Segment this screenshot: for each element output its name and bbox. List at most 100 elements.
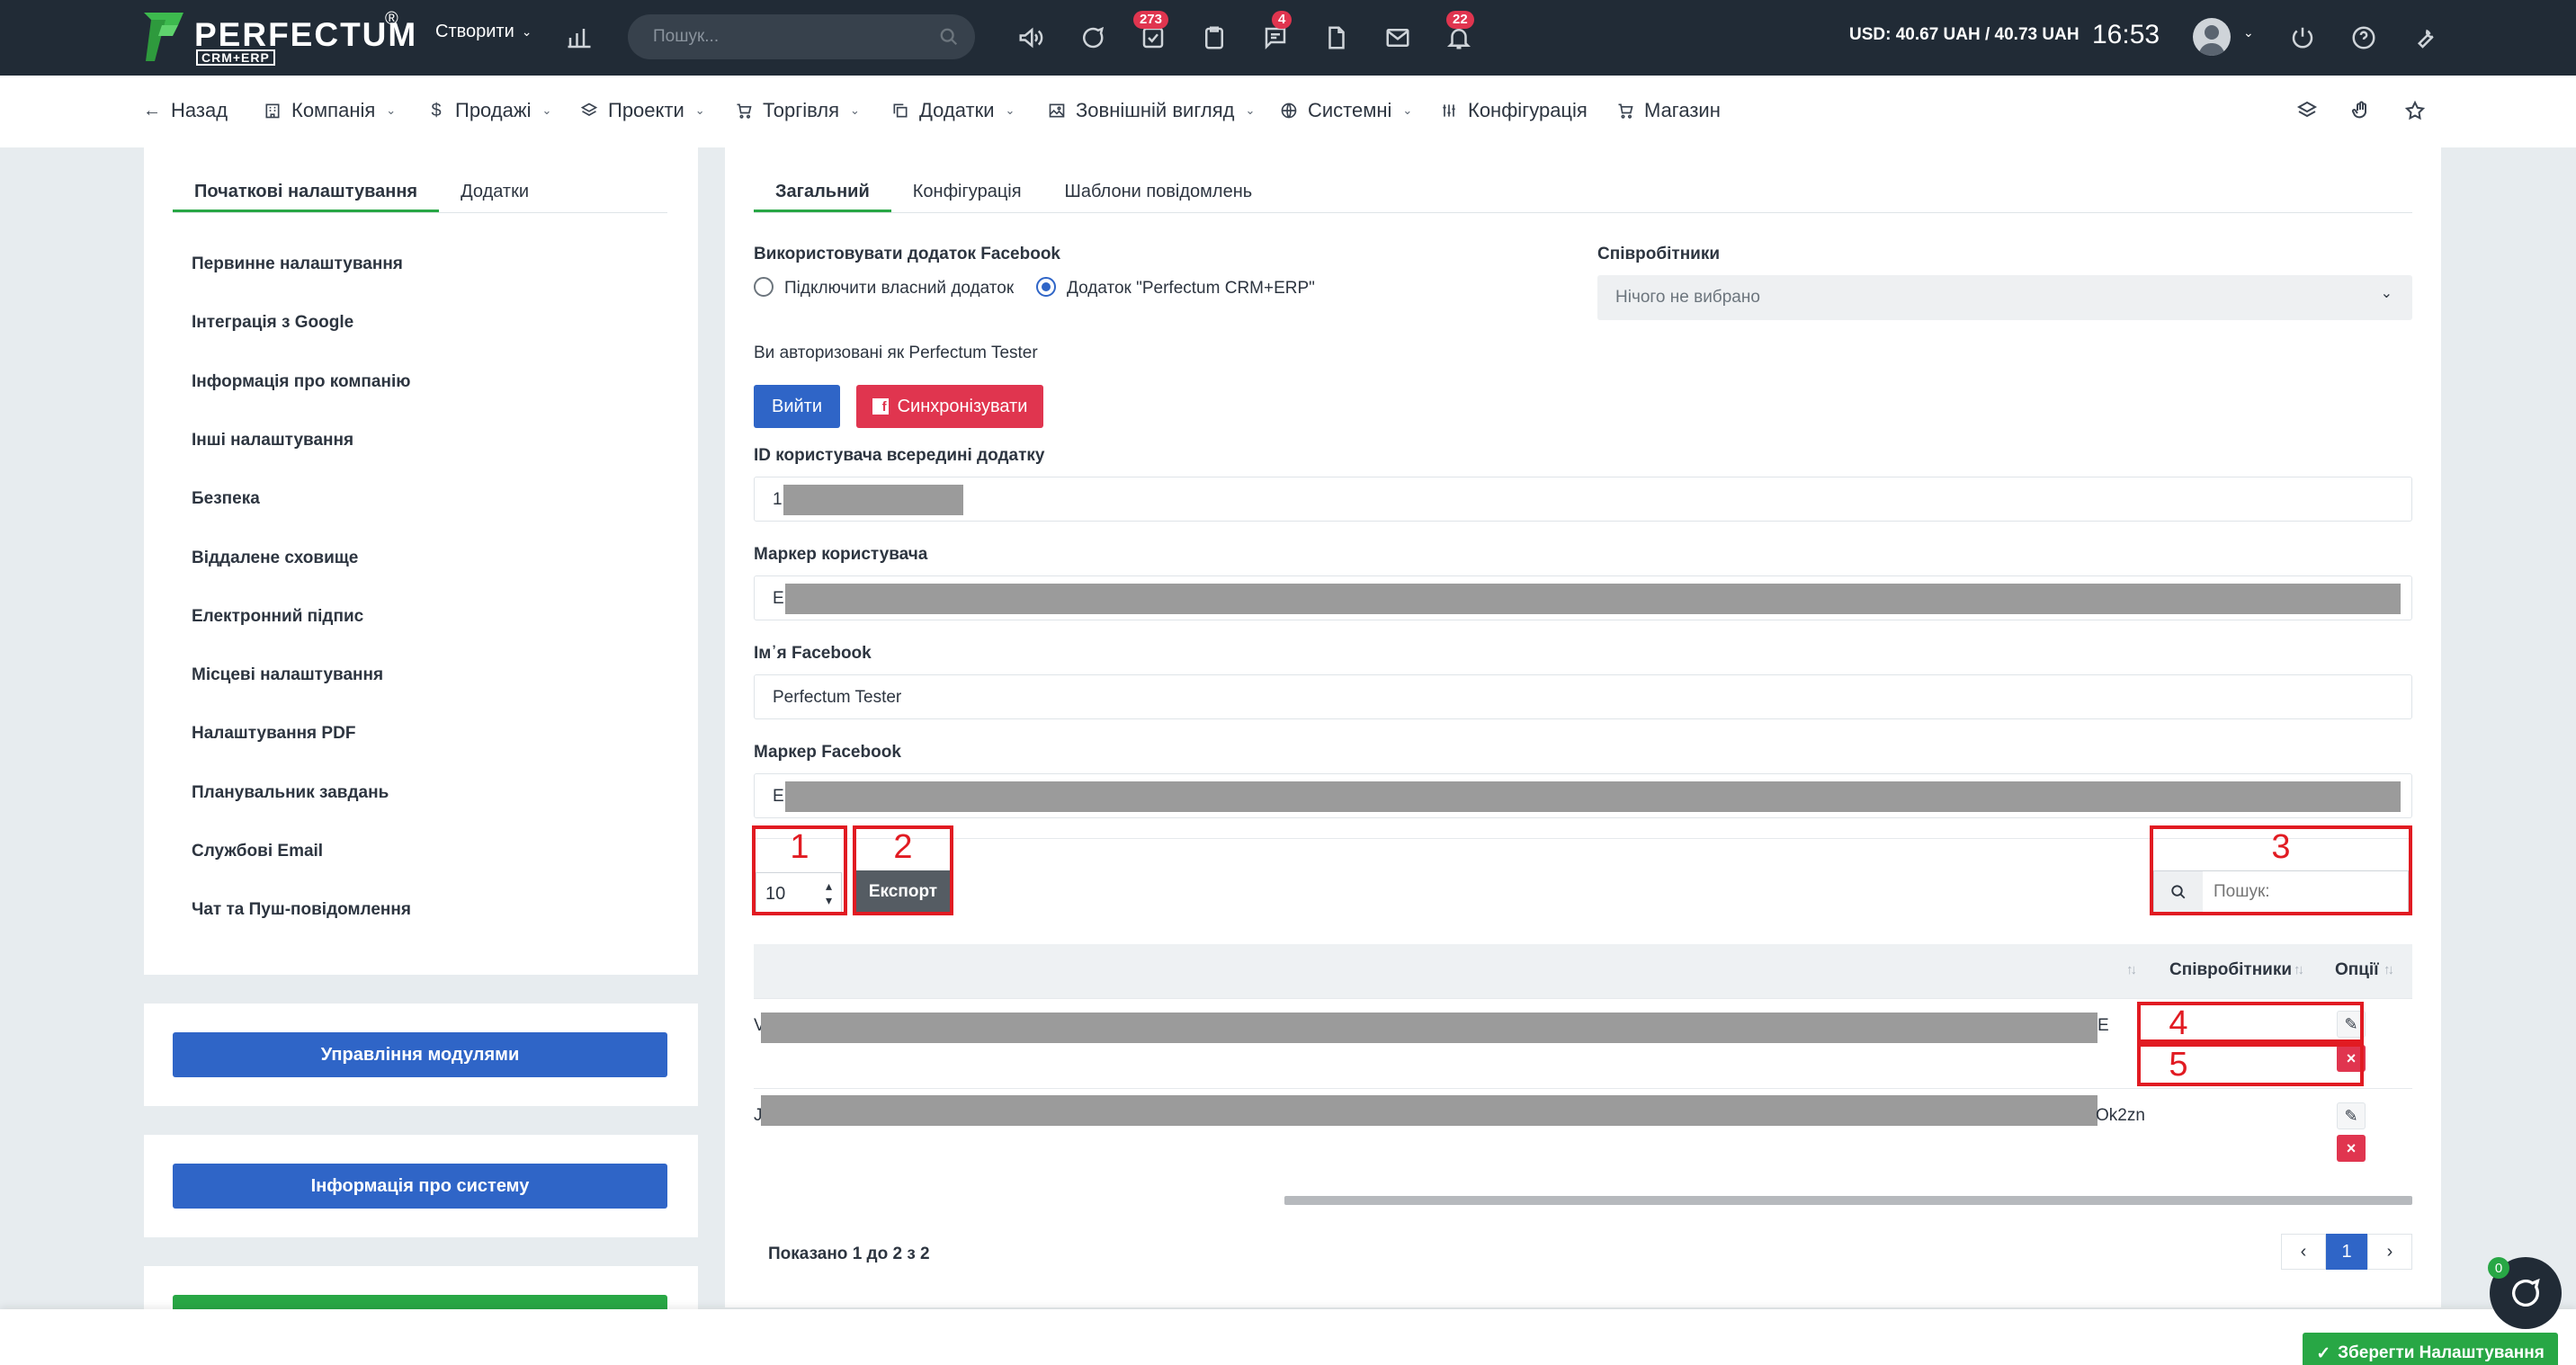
nav-trade[interactable]: Торгівля ⌄ xyxy=(734,99,860,122)
logo[interactable]: PERFECTUM ® CRM+ERP xyxy=(142,9,416,67)
facebook-icon: f xyxy=(872,398,889,415)
save-settings-button[interactable]: ✓ Зберегти Налаштування xyxy=(2303,1333,2558,1365)
footer-bar xyxy=(0,1309,2576,1365)
search-icon xyxy=(940,28,958,46)
fb-token-field[interactable]: E xyxy=(754,773,2412,818)
create-dropdown[interactable]: Створити ⌄ xyxy=(435,22,532,42)
nav-shop[interactable]: Магазин xyxy=(1615,99,1721,122)
nav-back[interactable]: ← Назад xyxy=(142,99,228,122)
page-1-button[interactable]: 1 xyxy=(2326,1234,2367,1270)
sidebar-item-chat-push[interactable]: Чат та Пуш-повідомлення xyxy=(192,900,411,920)
fb-name-label: Ім᾿я Facebook xyxy=(754,644,872,663)
sync-button-label: Синхронізувати xyxy=(897,396,1028,416)
layers-icon[interactable] xyxy=(2294,97,2321,124)
tab-addons[interactable]: Додатки xyxy=(439,171,550,212)
tab-initial-settings[interactable]: Початкові налаштування xyxy=(173,171,440,212)
col-employees[interactable]: Співробітники xyxy=(2169,960,2292,980)
cart-icon xyxy=(734,101,754,120)
annotation-label-4: 4 xyxy=(2169,1004,2188,1042)
sidebar-item-primary-setup[interactable]: Первинне налаштування xyxy=(192,254,403,274)
sidebar-item-remote-storage[interactable]: Віддалене сховище xyxy=(192,549,358,568)
clock: 16:53 xyxy=(2092,20,2160,49)
building-icon xyxy=(263,101,282,120)
radio-own-app-label[interactable]: Підключити власний додаток xyxy=(784,279,1014,299)
annotation-label-1: 1 xyxy=(790,828,809,866)
global-search[interactable] xyxy=(628,14,975,59)
brand-sub: CRM+ERP xyxy=(196,49,275,66)
sort-icon[interactable]: ↑↓ xyxy=(2294,962,2304,977)
nav-config[interactable]: Конфігурація xyxy=(1439,99,1588,122)
nav-projects[interactable]: Проекти ⌄ xyxy=(579,99,705,122)
radio-own-app[interactable] xyxy=(754,277,774,297)
sidebar-item-localization[interactable]: Місцеві налаштування xyxy=(192,665,383,685)
hand-icon[interactable] xyxy=(2348,97,2375,124)
sidebar-item-google[interactable]: Інтеграція з Google xyxy=(192,313,353,333)
layers-icon xyxy=(579,101,599,120)
horizontal-scrollbar[interactable] xyxy=(1284,1196,2412,1205)
nav-back-label: Назад xyxy=(171,99,228,121)
radio-perfectum-app[interactable] xyxy=(1036,277,1056,297)
chevron-down-icon: ⌄ xyxy=(1402,103,1413,117)
delete-button[interactable]: × xyxy=(2337,1135,2366,1162)
sidebar-item-e-signature[interactable]: Електронний підпис xyxy=(192,607,363,627)
employees-select[interactable]: Нічого не вибрано ⌄ xyxy=(1597,275,2412,320)
chevron-down-icon: ⌄ xyxy=(1245,103,1256,117)
nav-config-label: Конфігурація xyxy=(1468,99,1588,121)
avatar[interactable] xyxy=(2193,18,2231,56)
radio-perfectum-app-label[interactable]: Додаток "Perfectum CRM+ERP" xyxy=(1067,279,1315,299)
nav-sales-label: Продажі xyxy=(455,99,532,121)
sort-icon[interactable]: ↑↓ xyxy=(2384,962,2394,977)
stats-icon[interactable] xyxy=(561,20,597,56)
document-icon[interactable] xyxy=(1319,20,1355,56)
tab-general[interactable]: Загальний xyxy=(754,171,891,212)
star-icon[interactable] xyxy=(2402,97,2428,124)
nav-company[interactable]: Компанія ⌄ xyxy=(263,99,396,122)
messages-icon[interactable]: 4 xyxy=(1257,11,1293,56)
edit-button[interactable]: ✎ xyxy=(2337,1102,2366,1129)
sidebar-item-pdf[interactable]: Налаштування PDF xyxy=(192,724,355,744)
fb-token-value: E xyxy=(773,787,784,806)
redacted-block xyxy=(785,781,2401,812)
app-user-id-field[interactable]: 1 xyxy=(754,477,2412,522)
wrench-icon[interactable] xyxy=(2407,20,2443,56)
chevron-down-icon[interactable]: ⌄ xyxy=(2243,25,2254,40)
search-input[interactable] xyxy=(653,14,923,59)
modules-button[interactable]: Управління модулями xyxy=(173,1032,667,1077)
app-user-id-label: ID користувача всередині додатку xyxy=(754,446,1045,465)
chat-bubble-icon[interactable] xyxy=(1074,20,1110,56)
sidebar-item-security[interactable]: Безпека xyxy=(192,489,260,509)
sidebar-item-service-email[interactable]: Службові Email xyxy=(192,842,323,861)
clipboard-icon[interactable] xyxy=(1196,20,1232,56)
sort-icon[interactable]: ↑↓ xyxy=(2126,962,2137,977)
fb-name-value: Perfectum Tester xyxy=(773,688,902,707)
arrow-left-icon: ← xyxy=(143,100,161,120)
user-token-field[interactable]: E xyxy=(754,575,2412,620)
col-options[interactable]: Опції xyxy=(2335,960,2379,980)
fb-name-field[interactable]: Perfectum Tester xyxy=(754,674,2412,719)
help-icon[interactable] xyxy=(2346,20,2382,56)
use-app-label: Використовувати додаток Facebook xyxy=(754,245,1060,263)
annotation-label-2: 2 xyxy=(893,828,913,866)
mail-icon[interactable] xyxy=(1380,20,1416,56)
bell-icon[interactable]: 22 xyxy=(1441,11,1477,56)
chevron-left-icon: ‹ xyxy=(2300,1241,2307,1262)
tasks-icon[interactable]: 273 xyxy=(1133,11,1171,56)
nav-appearance[interactable]: Зовнішній вигляд ⌄ xyxy=(1047,99,1255,122)
sync-button[interactable]: f Синхронізувати xyxy=(856,385,1043,428)
tab-message-templates[interactable]: Шаблони повідомлень xyxy=(1043,171,1275,212)
nav-system[interactable]: Системні ⌄ xyxy=(1279,99,1412,122)
sidebar-item-other[interactable]: Інші налаштування xyxy=(192,431,353,451)
logo-icon xyxy=(144,13,183,61)
power-icon[interactable] xyxy=(2285,20,2321,56)
sidebar-item-scheduler[interactable]: Планувальник завдань xyxy=(192,783,389,803)
nav-addons[interactable]: Додатки ⌄ xyxy=(890,99,1015,122)
sidebar-item-company-info[interactable]: Інформація про компанію xyxy=(192,372,410,392)
nav-sales[interactable]: $ Продажі ⌄ xyxy=(426,99,551,122)
tab-configuration[interactable]: Конфігурація xyxy=(891,171,1043,212)
prev-page-button[interactable]: ‹ xyxy=(2281,1234,2326,1270)
logout-button[interactable]: Вийти xyxy=(754,385,840,428)
sysinfo-button[interactable]: Інформація про систему xyxy=(173,1164,667,1209)
next-page-button[interactable]: › xyxy=(2367,1234,2412,1270)
app-user-id-value: 1 xyxy=(773,490,783,509)
megaphone-icon[interactable] xyxy=(1013,20,1049,56)
